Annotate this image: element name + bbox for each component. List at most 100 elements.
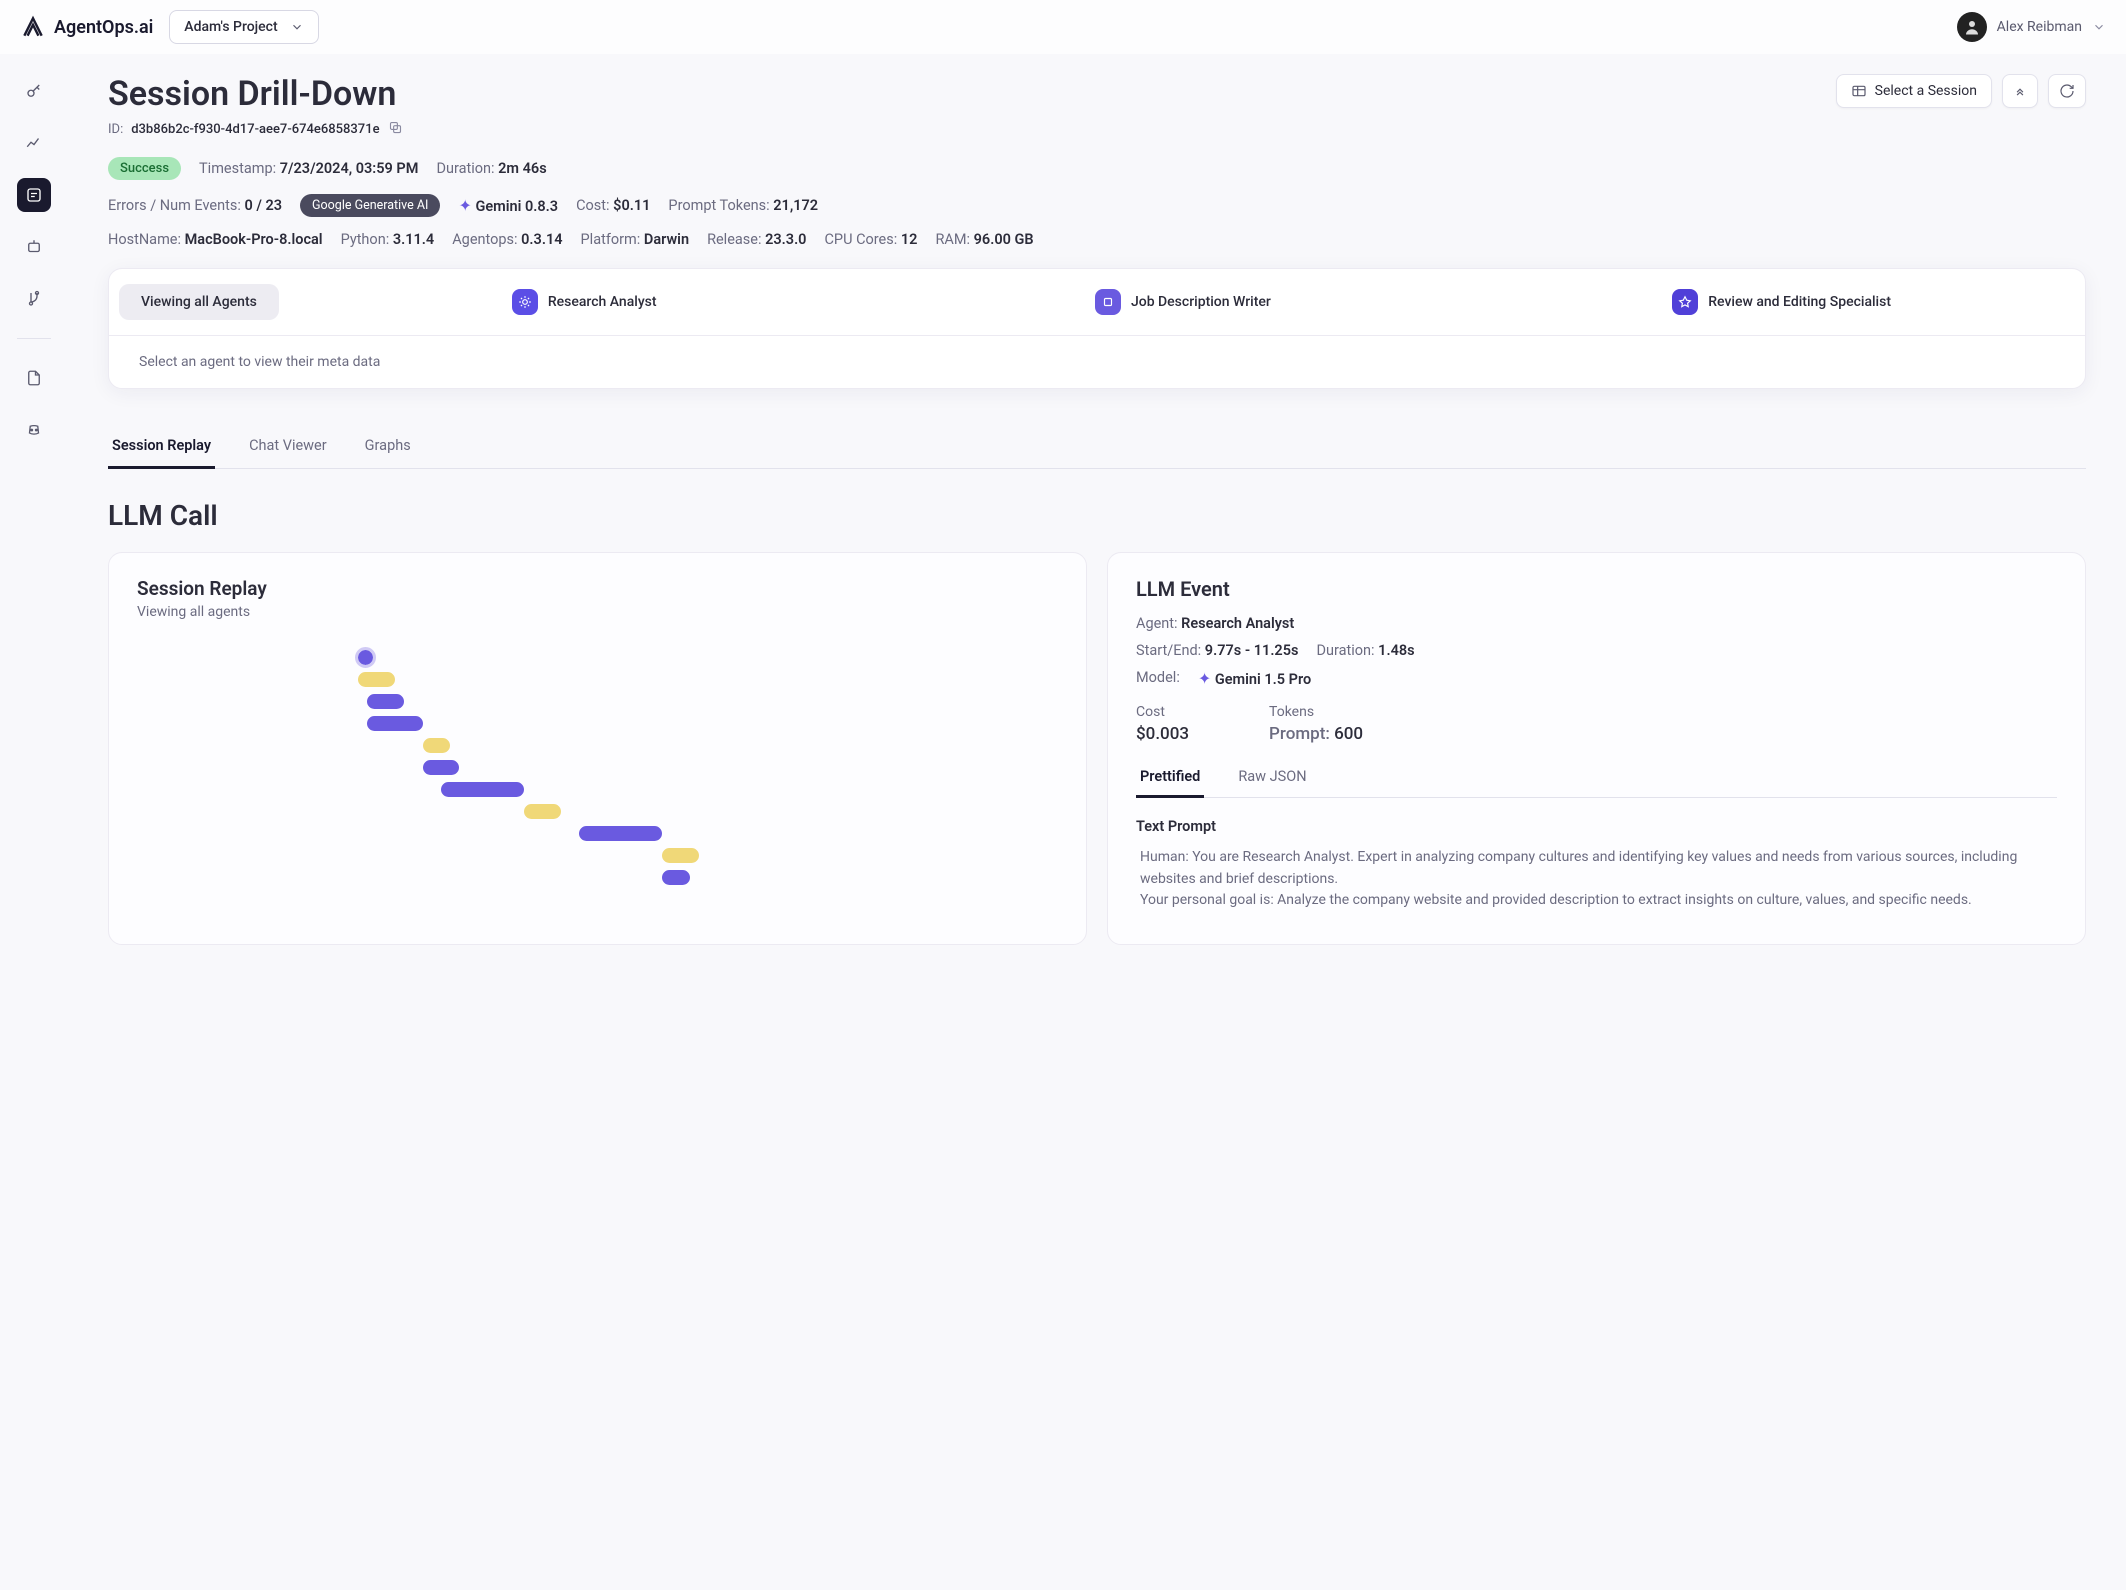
event-startend-label: Start/End: — [1136, 642, 1201, 659]
gantt-bar[interactable] — [423, 738, 451, 753]
content-tabs: Session Replay Chat Viewer Graphs — [108, 429, 2086, 469]
gantt-bar[interactable] — [524, 804, 561, 819]
refresh-icon — [2059, 83, 2075, 99]
errors-label: Errors / Num Events: — [108, 197, 241, 214]
duration-label: Duration: — [436, 160, 494, 177]
project-selector-label: Adam's Project — [184, 19, 277, 35]
user-menu[interactable]: Alex Reibman — [1957, 12, 2106, 42]
duration-value: 2m 46s — [498, 160, 547, 177]
refresh-button[interactable] — [2048, 74, 2086, 108]
release-value: 23.3.0 — [765, 231, 806, 248]
sidebar-discord-icon[interactable] — [17, 413, 51, 447]
python-value: 3.11.4 — [393, 231, 434, 248]
tab-graphs[interactable]: Graphs — [361, 429, 415, 468]
sidebar-key-icon[interactable] — [17, 74, 51, 108]
sidebar-chart-icon[interactable] — [17, 126, 51, 160]
event-prompt-tokens: 600 — [1334, 724, 1363, 744]
section-heading: LLM Call — [108, 499, 2086, 532]
hostname-label: HostName: — [108, 231, 181, 248]
prompt-heading: Text Prompt — [1136, 818, 2057, 835]
session-id-label: ID: — [108, 122, 123, 137]
sparkle-icon: ✦ — [1198, 669, 1211, 688]
event-agent: Research Analyst — [1181, 615, 1294, 632]
brand-icon — [20, 14, 46, 40]
agent-tab-label: Job Description Writer — [1131, 294, 1271, 310]
agent-icon — [1672, 289, 1698, 315]
agent-tab-writer[interactable]: Job Description Writer — [890, 279, 1477, 325]
sidebar — [0, 54, 68, 985]
event-tokens-label: Tokens — [1269, 704, 1363, 720]
sidebar-sessions-icon[interactable] — [17, 178, 51, 212]
copy-icon[interactable] — [388, 120, 403, 139]
model-badge: Gemini 0.8.3 — [475, 198, 558, 215]
event-tab-prettified[interactable]: Prettified — [1136, 762, 1204, 798]
sidebar-divider — [17, 338, 51, 339]
gantt-bar[interactable] — [367, 716, 422, 731]
provider-pill: Google Generative AI — [300, 194, 440, 217]
user-name: Alex Reibman — [1997, 19, 2082, 35]
gantt-bar[interactable] — [358, 650, 373, 665]
gantt-bar[interactable] — [367, 694, 404, 709]
agent-tab-review[interactable]: Review and Editing Specialist — [1488, 279, 2075, 325]
status-badge: Success — [108, 157, 181, 180]
cost-value: $0.11 — [613, 197, 650, 214]
release-label: Release: — [707, 231, 761, 248]
gantt-bar[interactable] — [579, 826, 662, 841]
prompt-line-1: Human: You are Research Analyst. Expert … — [1140, 849, 2017, 887]
agent-tab-label: Review and Editing Specialist — [1708, 294, 1891, 310]
sidebar-docs-icon[interactable] — [17, 361, 51, 395]
cost-label: Cost: — [576, 197, 609, 214]
project-selector[interactable]: Adam's Project — [169, 10, 318, 44]
agent-hint: Select an agent to view their meta data — [109, 336, 2085, 388]
agentops-label: Agentops: — [452, 231, 517, 248]
event-cost: $0.003 — [1136, 724, 1189, 744]
timestamp-value: 7/23/2024, 03:59 PM — [280, 160, 419, 177]
page-title: Session Drill-Down — [108, 74, 403, 114]
platform-value: Darwin — [644, 231, 689, 248]
agent-tab-research[interactable]: Research Analyst — [291, 279, 878, 325]
event-agent-label: Agent: — [1136, 615, 1178, 632]
tab-session-replay[interactable]: Session Replay — [108, 429, 215, 469]
sparkle-icon: ✦ — [458, 196, 471, 215]
replay-title: Session Replay — [137, 577, 1058, 600]
cpu-value: 12 — [901, 231, 918, 248]
prompt-body: Human: You are Research Analyst. Expert … — [1136, 847, 2057, 912]
select-session-label: Select a Session — [1875, 83, 1977, 99]
event-prompt-tokens-label: Prompt: — [1269, 724, 1330, 744]
select-session-button[interactable]: Select a Session — [1836, 74, 1992, 108]
chevron-down-icon — [2092, 20, 2106, 34]
event-model-label: Model: — [1136, 669, 1180, 688]
timestamp-label: Timestamp: — [199, 160, 276, 177]
gantt-bar[interactable] — [441, 782, 524, 797]
agent-tab-all-label: Viewing all Agents — [141, 294, 257, 310]
gantt-chart[interactable] — [137, 640, 1058, 920]
table-icon — [1851, 83, 1867, 99]
event-card: LLM Event Agent: Research Analyst Start/… — [1107, 552, 2086, 945]
ram-label: RAM: — [935, 231, 970, 248]
tab-chat-viewer[interactable]: Chat Viewer — [245, 429, 331, 468]
prompt-tokens-label: Prompt Tokens: — [668, 197, 769, 214]
brand-logo[interactable]: AgentOps.ai — [20, 14, 153, 40]
chevron-up-double-icon — [2013, 84, 2027, 98]
cpu-label: CPU Cores: — [824, 231, 897, 248]
agent-tab-all[interactable]: Viewing all Agents — [119, 284, 279, 320]
chevron-down-icon — [290, 20, 304, 34]
topbar: AgentOps.ai Adam's Project Alex Reibman — [0, 0, 2126, 54]
prompt-line-2: Your personal goal is: Analyze the compa… — [1140, 892, 1972, 908]
hostname-value: MacBook-Pro-8.local — [185, 231, 323, 248]
gantt-bar[interactable] — [662, 848, 699, 863]
event-duration-label: Duration: — [1316, 642, 1374, 659]
sidebar-branch-icon[interactable] — [17, 282, 51, 316]
avatar — [1957, 12, 1987, 42]
gantt-bar[interactable] — [423, 760, 460, 775]
gantt-bar[interactable] — [662, 870, 690, 885]
event-tab-raw[interactable]: Raw JSON — [1234, 762, 1310, 797]
sidebar-agents-icon[interactable] — [17, 230, 51, 264]
event-duration: 1.48s — [1378, 642, 1414, 659]
collapse-button[interactable] — [2002, 74, 2038, 108]
errors-value: 0 / 23 — [244, 197, 282, 214]
event-cost-label: Cost — [1136, 704, 1189, 720]
gantt-bar[interactable] — [358, 672, 395, 687]
agent-panel: Viewing all Agents Research Analyst Job … — [108, 268, 2086, 389]
agentops-value: 0.3.14 — [521, 231, 562, 248]
